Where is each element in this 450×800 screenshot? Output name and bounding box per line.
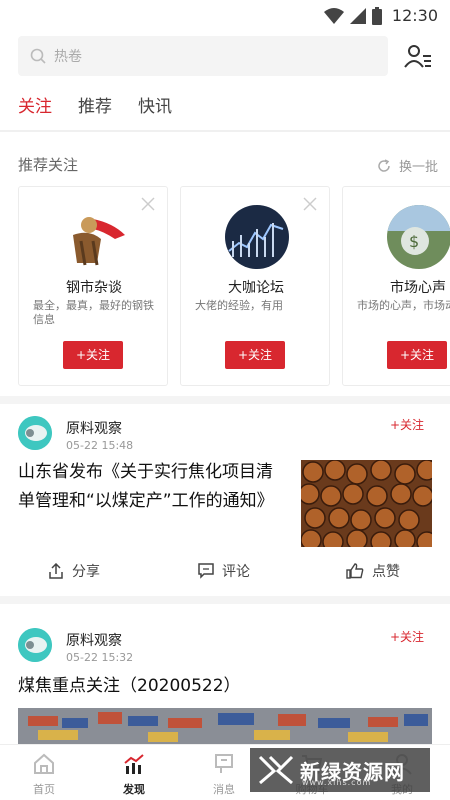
share-label: 分享 xyxy=(72,564,100,580)
section-separator xyxy=(0,396,450,404)
card-name: 市场心声 xyxy=(390,280,446,296)
avatar xyxy=(225,205,289,269)
recommend-card[interactable]: 钢市杂谈 最全，最真，最好的钢铁信息 +关注 xyxy=(18,186,168,386)
thumbs-up-icon xyxy=(346,563,364,579)
section-separator xyxy=(0,596,450,604)
close-icon[interactable] xyxy=(303,197,317,211)
post-time: 05-22 15:48 xyxy=(66,439,134,452)
comment-label: 评论 xyxy=(222,564,250,580)
recommend-title: 推荐关注 xyxy=(18,156,79,174)
share-button[interactable]: 分享 xyxy=(48,561,100,581)
search-icon xyxy=(30,48,46,64)
refresh-icon xyxy=(378,158,390,172)
author-avatar xyxy=(18,628,52,662)
message-icon xyxy=(215,754,233,773)
card-name: 钢市杂谈 xyxy=(66,280,122,296)
watermark: 新绿资源网 www.xlhs.com xyxy=(250,748,430,792)
nav-message[interactable]: 消息 xyxy=(194,753,254,797)
nav-label: 消息 xyxy=(213,783,235,796)
follow-button[interactable]: +关注 xyxy=(390,628,424,645)
card-desc: 最全，最真，最好的钢铁信息 xyxy=(33,299,154,326)
follow-button[interactable]: +关注 xyxy=(225,341,285,369)
home-icon xyxy=(34,753,54,774)
chart-icon xyxy=(124,754,144,774)
article-actions: 分享 评论 点赞 xyxy=(0,561,450,591)
search-row: 热卷 xyxy=(18,36,432,76)
wifi-icon xyxy=(323,7,344,24)
nav-label: 发现 xyxy=(123,783,145,796)
follow-button[interactable]: +关注 xyxy=(387,341,447,369)
nav-label: 首页 xyxy=(33,783,55,796)
share-icon xyxy=(49,563,63,579)
status-time: 12:30 xyxy=(391,6,438,25)
battery-icon xyxy=(371,6,382,25)
tab-follow[interactable]: 关注 xyxy=(18,92,52,117)
top-tabs: 关注 推荐 快讯 xyxy=(18,92,172,117)
signal-icon xyxy=(349,7,366,24)
comment-icon xyxy=(198,563,214,579)
search-input[interactable]: 热卷 xyxy=(18,36,388,76)
avatar: $ xyxy=(387,205,450,269)
card-desc: 大佬的经验，有用 xyxy=(195,299,283,312)
author-avatar xyxy=(18,416,52,450)
author-name[interactable]: 原料观察 xyxy=(66,418,122,438)
comment-button[interactable]: 评论 xyxy=(198,561,250,581)
logo-icon xyxy=(258,755,294,785)
tab-recommend[interactable]: 推荐 xyxy=(78,92,112,117)
close-icon[interactable] xyxy=(141,197,155,211)
like-button[interactable]: 点赞 xyxy=(346,561,400,581)
article-title[interactable]: 煤焦重点关注（20200522） xyxy=(18,672,241,701)
avatar xyxy=(73,217,125,266)
author-name[interactable]: 原料观察 xyxy=(66,630,122,650)
status-bar: 12:30 xyxy=(0,0,450,30)
search-placeholder: 热卷 xyxy=(54,49,82,65)
watermark-url: www.xlhs.com xyxy=(302,778,372,787)
like-label: 点赞 xyxy=(372,564,400,580)
recommend-card[interactable]: 大咖论坛 大佬的经验，有用 +关注 xyxy=(180,186,330,386)
nav-discover[interactable]: 发现 xyxy=(104,753,164,797)
user-list-icon[interactable] xyxy=(404,42,432,70)
card-name: 大咖论坛 xyxy=(228,280,284,296)
status-icons: 12:30 xyxy=(323,6,438,25)
follow-button[interactable]: +关注 xyxy=(63,341,123,369)
article-image[interactable] xyxy=(18,708,432,744)
recommend-cards: 钢市杂谈 最全，最真，最好的钢铁信息 +关注 大咖论坛 大佬的经验，有用 +关注… xyxy=(18,186,450,388)
recommend-header: 推荐关注 换一批 xyxy=(18,154,438,175)
divider xyxy=(0,130,450,132)
article-title-line: 山东省发布《关于实行焦化项目清 xyxy=(18,462,273,482)
svg-text:$: $ xyxy=(409,232,419,251)
article-title-line: 单管理和“以煤定产”工作的通知》 xyxy=(18,491,274,511)
article-card[interactable]: 原料观察 05-22 15:32 +关注 煤焦重点关注（20200522） xyxy=(18,628,432,744)
nav-home[interactable]: 首页 xyxy=(14,753,74,797)
post-time: 05-22 15:32 xyxy=(66,651,134,664)
card-desc: 市场的心声，市场动态 xyxy=(357,299,450,312)
follow-button[interactable]: +关注 xyxy=(390,416,424,433)
article-title[interactable]: 山东省发布《关于实行焦化项目清 单管理和“以煤定产”工作的通知》 xyxy=(18,458,274,516)
tab-flash[interactable]: 快讯 xyxy=(138,92,172,117)
refresh-button[interactable]: 换一批 xyxy=(377,156,438,175)
article-thumbnail[interactable] xyxy=(301,460,432,547)
refresh-label: 换一批 xyxy=(398,160,438,175)
recommend-card[interactable]: $ 市场心声 市场的心声，市场动态 +关注 xyxy=(342,186,450,386)
